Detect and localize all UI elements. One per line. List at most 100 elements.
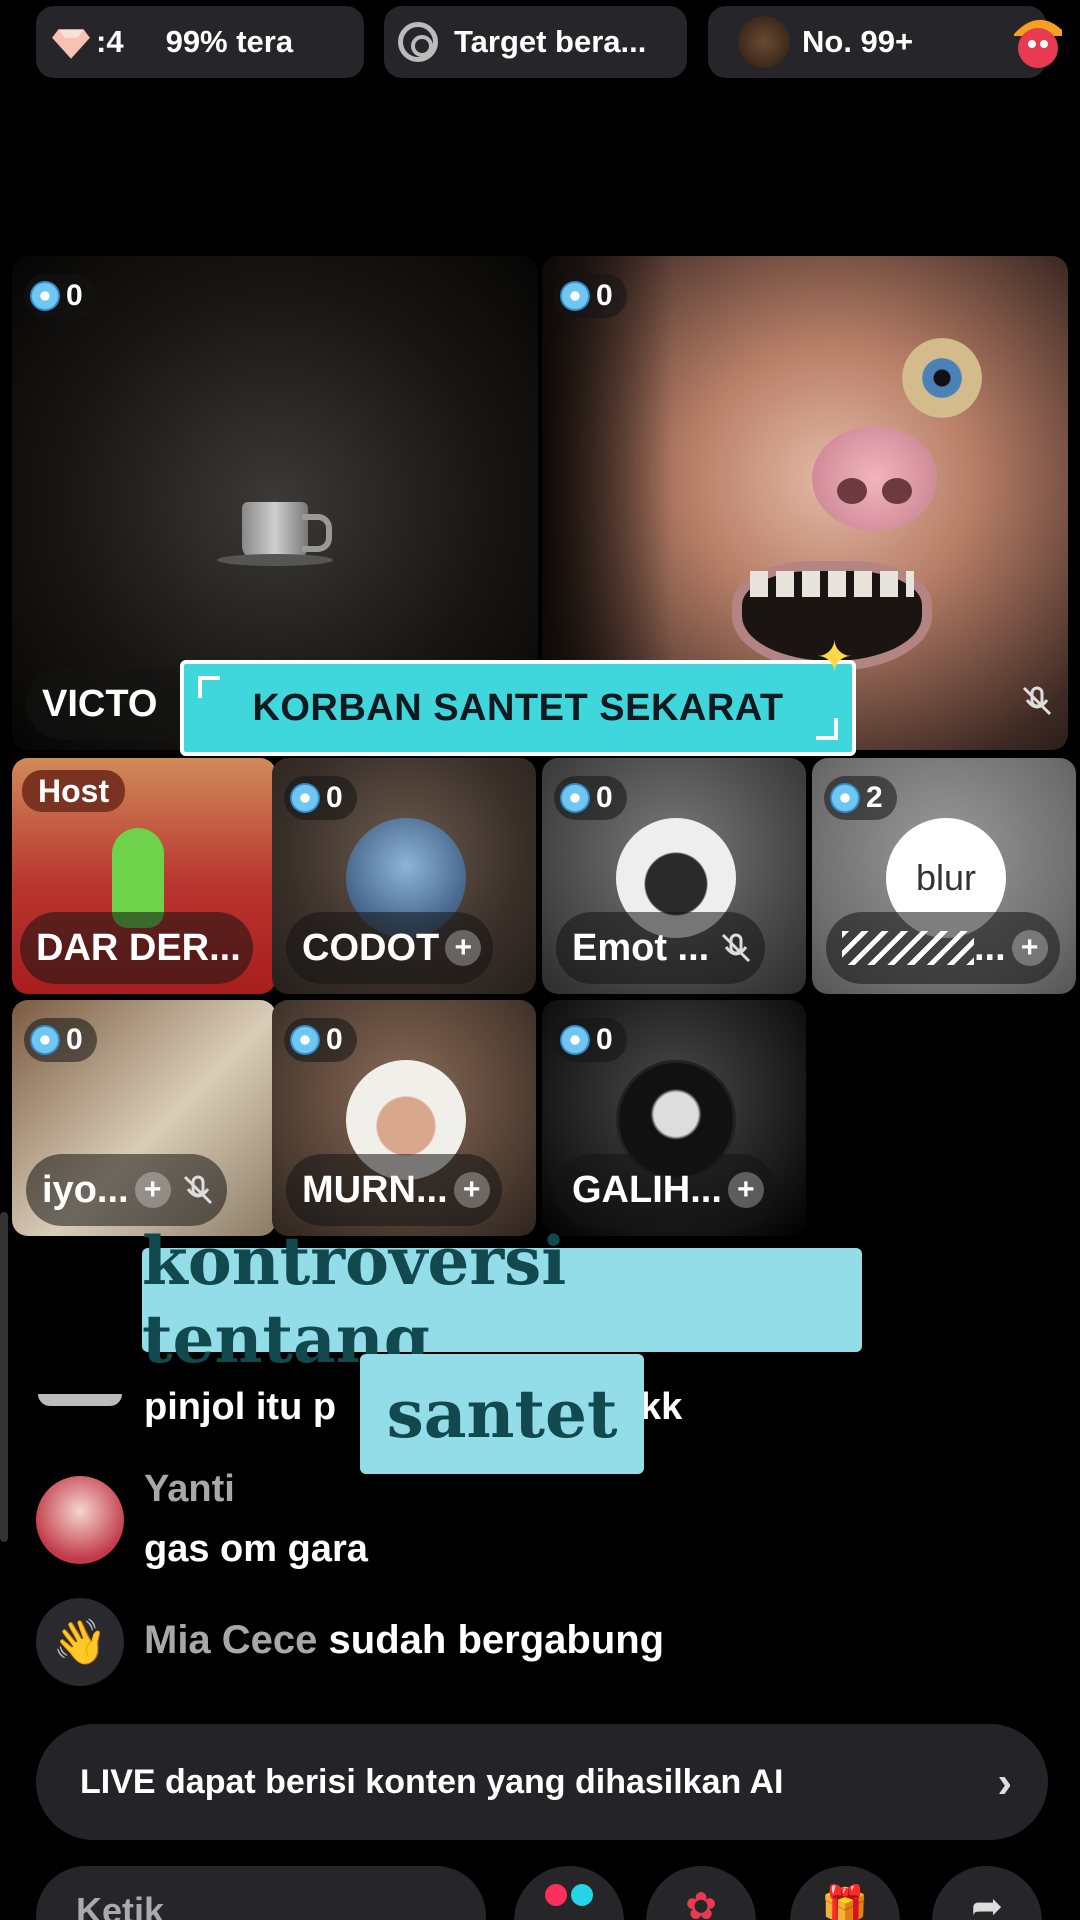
rose-icon: ✿	[685, 1886, 717, 1920]
subtitle-line-1: kontroversi tentang	[142, 1222, 862, 1378]
rank-percent: 99% tera	[165, 24, 294, 59]
ai-content-notice[interactable]: LIVE dapat berisi konten yang dihasilkan…	[36, 1724, 1048, 1840]
dot-icon	[571, 1884, 593, 1906]
chat-text: pinjol itu p	[144, 1386, 337, 1428]
gift-count-badge: 0	[554, 776, 627, 820]
saucer-shape	[217, 554, 333, 566]
host-tag: Host	[22, 770, 126, 812]
diamond-rank-pill[interactable]: :4 99% tera	[36, 6, 364, 78]
follow-plus-icon[interactable]: +	[134, 1172, 171, 1208]
coin-icon	[290, 1025, 320, 1055]
caption-banner: KORBAN SANTET SEKARAT	[180, 660, 856, 756]
gift-count-badge: 2	[824, 776, 897, 820]
coin-icon	[290, 783, 320, 813]
coffee-cup-icon	[242, 502, 332, 560]
share-button[interactable]: ➦	[932, 1866, 1042, 1920]
guest-name: ...	[974, 926, 1006, 969]
guest-name-pill[interactable]: Emot ...	[556, 912, 766, 984]
gift-count: 0	[326, 1023, 343, 1056]
subtitle-line-2: santet	[360, 1354, 644, 1474]
guest-name-pill[interactable]: MURN... +	[286, 1154, 502, 1226]
gem-count: :4	[96, 24, 124, 59]
guest-name: CODOT	[302, 926, 440, 969]
guest-name-pill[interactable]: GALIH... +	[556, 1154, 776, 1226]
guest-tile-murn[interactable]: 0 MURN... +	[272, 1000, 536, 1236]
host-tile[interactable]: Host DAR DER...	[12, 758, 276, 994]
gift-count: 0	[596, 781, 613, 814]
guest-name-pill[interactable]: ... +	[826, 912, 1060, 984]
chevron-right-icon: ›	[997, 1758, 1012, 1807]
gift-count: 0	[596, 1023, 613, 1056]
mic-muted-icon	[181, 1173, 215, 1207]
guest-tile-emot[interactable]: 0 Emot ...	[542, 758, 806, 994]
target-icon	[398, 22, 438, 62]
chat-message: pinjol itu p kk	[144, 1386, 682, 1429]
target-label: Target bera...	[454, 24, 647, 59]
bracket-corner	[198, 676, 220, 698]
dot-icon	[545, 1884, 567, 1906]
follow-plus-icon[interactable]: +	[727, 1172, 764, 1208]
avatar[interactable]	[36, 1476, 124, 1564]
gift-count: 0	[326, 781, 343, 814]
join-username[interactable]: Mia Cece	[144, 1618, 317, 1662]
mic-muted-icon	[719, 931, 753, 965]
follow-plus-icon[interactable]: +	[1011, 930, 1048, 966]
gift-count-badge: 0	[24, 274, 97, 318]
hidden-name-hatch	[842, 931, 974, 965]
guest-name-pill[interactable]: CODOT +	[286, 912, 494, 984]
rank-badge-icon	[738, 16, 790, 68]
target-pill[interactable]: Target bera...	[384, 6, 687, 78]
guest-name-pill[interactable]: iyo... +	[26, 1154, 227, 1226]
rank-number: No. 99+	[802, 24, 914, 59]
mascot-icon[interactable]	[1008, 8, 1068, 72]
comment-placeholder: Ketik	[76, 1890, 165, 1920]
guest-name: VICTO	[42, 682, 158, 725]
guest-tile-codot[interactable]: 0 CODOT +	[272, 758, 536, 994]
guest-name: GALIH...	[572, 1168, 722, 1211]
sparkle-icon: ✦	[816, 633, 853, 682]
wave-hand-icon: 👋	[36, 1598, 124, 1686]
chat-text: kk	[640, 1386, 683, 1428]
comment-input[interactable]: Ketik	[36, 1866, 486, 1920]
coin-icon	[560, 783, 590, 813]
gift-count-badge: 0	[284, 1018, 357, 1062]
chat-message: gas om gara	[144, 1528, 368, 1570]
gift-count-badge: 0	[24, 1018, 97, 1062]
join-text: sudah bergabung	[328, 1618, 665, 1662]
guest-tile-blur[interactable]: 2 blur ... +	[812, 758, 1076, 994]
guest-name: MURN...	[302, 1168, 448, 1211]
gift-button[interactable]: 🎁	[790, 1866, 900, 1920]
guest-tile-iyo[interactable]: 0 iyo... +	[12, 1000, 276, 1236]
guest-name: Emot ...	[572, 926, 710, 969]
join-notice: Mia Cece sudah bergabung	[144, 1618, 664, 1663]
guest-name-pill[interactable]: DAR DER...	[20, 912, 253, 984]
gift-icon: 🎁	[821, 1885, 869, 1920]
caption-banner-text: KORBAN SANTET SEKARAT	[252, 686, 784, 729]
face-filter-pig-nose	[812, 426, 937, 531]
gift-count: 2	[866, 781, 883, 814]
follow-plus-icon[interactable]: +	[453, 1172, 490, 1208]
guest-name-pill[interactable]: VICTO	[26, 668, 198, 740]
coin-icon	[30, 1025, 60, 1055]
face-filter-eye	[902, 338, 982, 418]
more-options-button[interactable]	[514, 1866, 624, 1920]
rose-gift-button[interactable]: ✿	[646, 1866, 756, 1920]
coin-icon	[30, 281, 60, 311]
guest-tile-galih[interactable]: 0 GALIH... +	[542, 1000, 806, 1236]
gift-count: 0	[596, 279, 613, 312]
gift-count-badge: 0	[284, 776, 357, 820]
coin-icon	[560, 1025, 590, 1055]
gift-count: 0	[66, 1023, 83, 1056]
diamond-icon	[52, 29, 90, 59]
ranking-pill[interactable]: No. 99+	[708, 6, 1046, 78]
chat-username[interactable]: Yanti	[144, 1468, 235, 1511]
scroll-indicator	[0, 1212, 8, 1542]
ai-notice-text: LIVE dapat berisi konten yang dihasilkan…	[80, 1762, 784, 1801]
coin-icon	[830, 783, 860, 813]
guest-name: DAR DER...	[36, 926, 241, 969]
avatar	[38, 1394, 122, 1406]
bracket-corner	[816, 718, 838, 740]
follow-plus-icon[interactable]: +	[445, 930, 482, 966]
coin-icon	[560, 281, 590, 311]
avatar-text: blur	[915, 857, 977, 898]
